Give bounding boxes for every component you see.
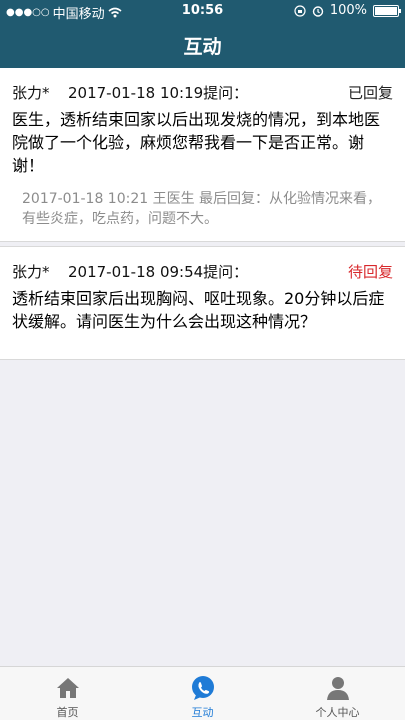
battery-percent: 100%	[329, 3, 367, 18]
home-icon	[56, 678, 79, 698]
question-time: 2017-01-18 09:54提问：	[68, 262, 249, 281]
question-text: 透析结束回家后出现胸闷、呕吐现象。20分钟以后症状缓解。请问医生为什么会出现这种…	[12, 289, 385, 331]
tab-home[interactable]: 首页	[0, 667, 135, 720]
asker-name: 张力*	[12, 262, 50, 281]
page-title: 互动	[183, 36, 222, 58]
tab-interaction[interactable]: 互动	[135, 667, 270, 720]
battery-icon	[373, 4, 401, 17]
status-badge: 已回复	[347, 84, 393, 102]
status-bar: ●●●○○ 中国移动 10:56 100%	[0, 0, 405, 22]
status-badge: 待回复	[347, 263, 393, 281]
alarm-icon	[312, 5, 324, 17]
asker-name: 张力*	[12, 83, 50, 102]
question-time: 2017-01-18 10:19提问：	[68, 83, 249, 102]
app-header: ●●●○○ 中国移动 10:56 100% 互动	[0, 0, 405, 68]
chat-bubble-icon	[191, 676, 214, 700]
latest-reply: 2017-01-18 10:21 王医生 最后回复：从化验情况来看，有些炎症，吃…	[22, 191, 382, 227]
tab-label: 互动	[191, 706, 214, 719]
tab-label: 个人中心	[315, 706, 360, 719]
question-card[interactable]: 张力* 2017-01-18 10:19提问： 已回复 医生，透析结束回家以后出…	[0, 68, 405, 242]
tab-bar: 首页 互动 个人中心	[0, 666, 405, 720]
question-card[interactable]: 张力* 2017-01-18 09:54提问： 待回复 透析结束回家后出现胸闷、…	[0, 246, 405, 360]
tab-label: 首页	[56, 706, 79, 719]
question-text: 医生，透析结束回家以后出现发烧的情况，到本地医院做了一个化验，麻烦您帮我看一下是…	[12, 110, 381, 175]
question-list: 张力* 2017-01-18 10:19提问： 已回复 医生，透析结束回家以后出…	[0, 68, 405, 360]
tab-profile[interactable]: 个人中心	[270, 667, 405, 720]
person-icon	[326, 677, 349, 700]
orientation-lock-icon	[294, 4, 306, 17]
